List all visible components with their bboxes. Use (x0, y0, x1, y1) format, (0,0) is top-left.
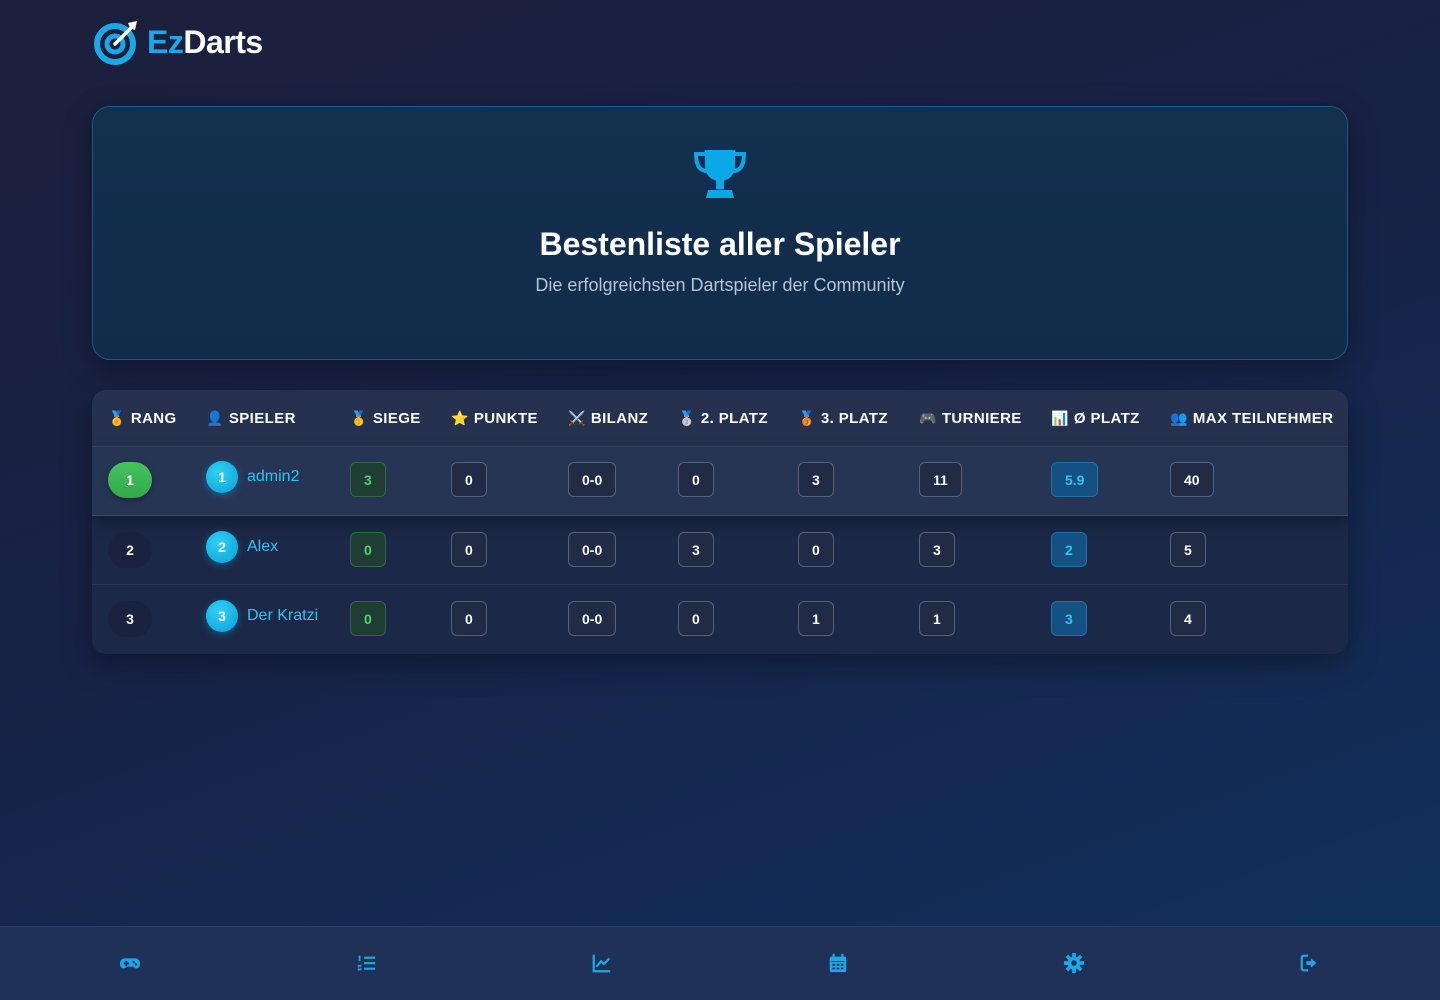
column-header-label: MAX TEILNEHMER (1192, 410, 1334, 427)
avatar: 2 (206, 531, 238, 563)
punkte-badge: 0 (451, 532, 487, 567)
column-header-platz3: 🥉 3. PLATZ (798, 390, 888, 447)
table-header: 🏅 RANG 👤 SPIELER 🥇 SIEGE ⭐ PUNKTE ⚔️ BILANZ 🥈… (92, 390, 1348, 447)
column-header-turniere: 🎮 TURNIERE (919, 390, 1022, 447)
user-icon: 👤 (206, 410, 224, 426)
medal-icon: 🏅 (108, 410, 126, 426)
calendar-icon (829, 953, 847, 973)
column-header-label: SPIELER (228, 410, 296, 427)
turniere-badge: 11 (919, 462, 962, 497)
punkte-badge: 0 (451, 601, 487, 636)
column-header-max-teilnehmer: 👥 MAX TEILNEHMER (1170, 390, 1333, 447)
logout-icon (1300, 954, 1317, 972)
platz2-badge: 3 (678, 532, 714, 567)
turniere-badge: 3 (919, 532, 955, 567)
column-header-label: TURNIERE (941, 410, 1022, 427)
column-header-punkte: ⭐ PUNKTE (451, 390, 538, 447)
rank-badge: 1 (108, 462, 152, 498)
rank-badge: 3 (108, 601, 152, 637)
avatar: 1 (206, 461, 238, 493)
column-header-rang: 🏅 RANG (108, 390, 177, 447)
trophy-icon (693, 150, 747, 198)
platz2-badge: 0 (678, 462, 714, 497)
avg-platz-badge: 2 (1051, 532, 1087, 567)
turniere-badge: 1 (919, 601, 955, 636)
column-header-label: PUNKTE (473, 410, 538, 427)
page-subtitle: Die erfolgreichsten Dartspieler der Comm… (535, 275, 905, 295)
brand-name-part2: Darts (183, 23, 263, 60)
player-name-link[interactable]: Alex (247, 538, 278, 556)
gamepad-icon (119, 958, 141, 969)
page-title: Bestenliste aller Spieler (539, 226, 901, 262)
siege-badge: 0 (350, 532, 386, 567)
column-header-label: SIEGE (372, 410, 421, 427)
platz3-badge: 0 (798, 532, 834, 567)
ordered-list-icon (357, 955, 376, 971)
player-cell[interactable]: 3 Der Kratzi (206, 600, 318, 632)
platz2-badge: 0 (678, 601, 714, 636)
crossed-swords-icon: ⚔️ (568, 410, 586, 426)
siege-badge: 0 (350, 601, 386, 636)
column-header-platz2: 🥈 2. PLATZ (678, 390, 768, 447)
brand-name[interactable]: EzDarts (147, 24, 263, 61)
bottom-navigation (0, 926, 1440, 1000)
player-name-link[interactable]: Der Kratzi (247, 607, 318, 625)
punkte-badge: 0 (451, 462, 487, 497)
table-row[interactable]: 3 3 Der Kratzi 0 0 0-0 0 1 1 3 4 (92, 585, 1348, 654)
bilanz-badge: 0-0 (568, 601, 617, 636)
bilanz-badge: 0-0 (568, 532, 617, 567)
column-header-label: BILANZ (590, 410, 649, 427)
nav-leaderboard-button[interactable] (353, 951, 379, 975)
table-row[interactable]: 1 1 admin2 3 0 0-0 0 3 11 5.9 40 (92, 447, 1348, 516)
platz3-badge: 1 (798, 601, 834, 636)
column-header-label: RANG (130, 410, 177, 427)
gold-medal-icon: 🥇 (350, 410, 368, 426)
player-cell[interactable]: 2 Alex (206, 531, 278, 563)
dart-target-logo-icon[interactable] (93, 19, 139, 65)
nav-calendar-button[interactable] (825, 951, 851, 975)
bronze-medal-icon: 🥉 (798, 410, 816, 426)
star-icon: ⭐ (451, 410, 469, 426)
max-teilnehmer-badge: 5 (1170, 532, 1206, 567)
column-header-avg-platz: 📊 Ø PLATZ (1051, 390, 1140, 447)
leaderboard-table: 🏅 RANG 👤 SPIELER 🥇 SIEGE ⭐ PUNKTE ⚔️ BILANZ 🥈… (92, 390, 1348, 654)
avg-platz-badge: 3 (1051, 601, 1087, 636)
max-teilnehmer-badge: 4 (1170, 601, 1206, 636)
nav-logout-button[interactable] (1297, 951, 1323, 975)
rank-badge: 2 (108, 532, 152, 568)
table-row[interactable]: 2 2 Alex 0 0 0-0 3 0 3 2 5 (92, 516, 1348, 585)
column-header-label: 2. PLATZ (700, 410, 768, 427)
nav-stats-button[interactable] (589, 951, 615, 975)
max-teilnehmer-badge: 40 (1170, 462, 1214, 497)
nav-settings-button[interactable] (1061, 951, 1087, 975)
player-name-link[interactable]: admin2 (247, 468, 299, 486)
gear-icon (1063, 952, 1085, 974)
column-header-bilanz: ⚔️ BILANZ (568, 390, 648, 447)
avatar: 3 (206, 600, 238, 632)
player-cell[interactable]: 1 admin2 (206, 461, 299, 493)
column-header-siege: 🥇 SIEGE (350, 390, 421, 447)
chart-line-icon (592, 954, 611, 973)
column-header-spieler: 👤 SPIELER (206, 390, 296, 447)
avg-platz-badge: 5.9 (1051, 462, 1099, 497)
users-icon: 👥 (1170, 410, 1188, 426)
silver-medal-icon: 🥈 (678, 410, 696, 426)
siege-badge: 3 (350, 462, 386, 497)
app-header: EzDarts (93, 18, 263, 66)
leaderboard-hero: Bestenliste aller Spieler Die erfolgreic… (92, 106, 1348, 360)
platz3-badge: 3 (798, 462, 834, 497)
column-header-label: Ø PLATZ (1073, 410, 1140, 427)
gamepad-icon: 🎮 (919, 410, 937, 426)
bilanz-badge: 0-0 (568, 462, 617, 497)
nav-play-button[interactable] (117, 951, 143, 975)
brand-name-part1: Ez (147, 23, 184, 60)
bar-chart-icon: 📊 (1051, 410, 1069, 426)
column-header-label: 3. PLATZ (820, 410, 888, 427)
